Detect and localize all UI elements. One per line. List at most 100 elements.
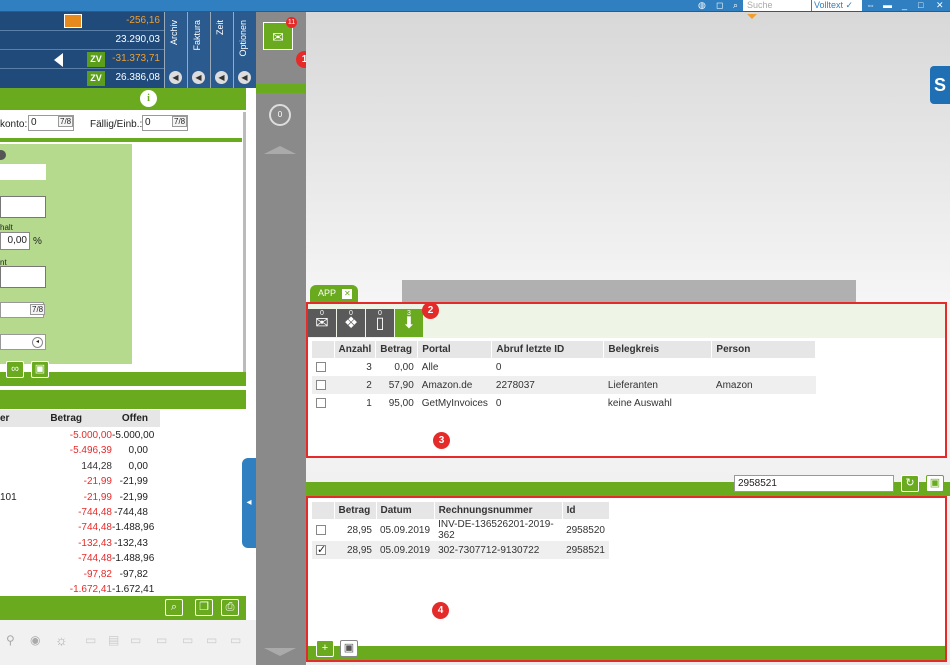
doc-icon[interactable]: ▭	[182, 633, 193, 647]
pin-icon[interactable]: ⚲	[6, 633, 15, 647]
table-row[interactable]: -21,99 -21,99	[0, 476, 256, 492]
percent-field[interactable]: 0,00	[0, 232, 30, 250]
chevron-icon[interactable]: ◂	[32, 337, 43, 348]
copy-icon[interactable]: ❐	[195, 599, 213, 616]
save-icon[interactable]: ▣	[31, 361, 49, 378]
table-row[interactable]: -5.496,39 0,00	[0, 445, 256, 461]
maximize-icon[interactable]: □	[918, 0, 923, 11]
table-row[interactable]: -744,48 -744,48	[0, 507, 256, 523]
balance-value: 26.386,08	[115, 72, 161, 83]
expand-icon[interactable]: ⇔	[866, 0, 875, 11]
doc-icon[interactable]: ▭	[230, 633, 241, 647]
col-betrag[interactable]: Betrag	[375, 341, 419, 358]
search-input[interactable]: Suche	[743, 0, 811, 11]
step-circle[interactable]: 0	[269, 104, 291, 126]
save-icon[interactable]: ▣	[926, 475, 944, 492]
eye-icon[interactable]: ◉	[30, 633, 40, 647]
tab-faktura[interactable]: Faktura ◀	[187, 12, 209, 88]
tab-app[interactable]: APP ✕	[310, 285, 358, 302]
table-row[interactable]: 28,9505.09.2019302-7307712-9130722295852…	[312, 541, 609, 559]
col-belegkreis[interactable]: Belegkreis	[603, 341, 713, 358]
open-amount: 0,00	[128, 460, 148, 472]
divider	[0, 138, 242, 142]
refresh-icon[interactable]: ↻	[901, 475, 919, 492]
tab-archiv[interactable]: Archiv ◀	[164, 12, 186, 88]
amount: -21,99	[83, 476, 112, 488]
table-row[interactable]: -744,48 -1.488,96	[0, 553, 256, 569]
table-row[interactable]: -744,48 -1.488,96	[0, 522, 256, 538]
globe-icon[interactable]: ◍	[698, 0, 706, 11]
table-row[interactable]: -97,82 -97,82	[0, 569, 256, 585]
scroll-up-icon[interactable]	[264, 146, 296, 154]
phone-icon[interactable]: 0 ▯	[366, 309, 394, 337]
doc-icon[interactable]: ▭	[85, 633, 96, 647]
arrow-icon[interactable]: ◀	[169, 71, 182, 84]
minimize-icon[interactable]: _	[902, 0, 907, 11]
text-field[interactable]	[0, 266, 46, 288]
id-search-input[interactable]: 2958521	[734, 475, 894, 492]
table-footer-bar: ⌕ ❐ ⎙	[0, 596, 246, 620]
arrow-icon[interactable]: ◀	[238, 71, 251, 84]
table-row[interactable]: 3 0,00 Alle 0	[312, 358, 816, 376]
arrow-left-icon[interactable]	[54, 53, 63, 67]
col-anzahl[interactable]: Anzahl	[334, 341, 377, 358]
link-icon[interactable]: ∞	[6, 361, 24, 378]
tab-optionen[interactable]: Optionen ◀	[233, 12, 255, 88]
row-checkbox[interactable]	[316, 361, 326, 372]
col-betrag[interactable]: Betrag	[334, 502, 377, 519]
table-row[interactable]: 101 -21,99 -21,99	[0, 492, 256, 508]
row-checkbox[interactable]	[316, 379, 326, 390]
print-icon[interactable]: ⎙	[221, 599, 239, 616]
arrow-icon[interactable]: ◀	[192, 71, 205, 84]
row-checkbox[interactable]	[316, 397, 326, 408]
amount: -5.000,00	[69, 430, 112, 441]
dropbox-icon[interactable]: 0 ❖	[337, 309, 365, 337]
download-icon[interactable]: 3 ⬇	[395, 309, 423, 337]
scrollbar[interactable]	[243, 112, 246, 372]
col-abruf[interactable]: Abruf letzte ID	[491, 341, 605, 358]
plus-icon[interactable]: +	[316, 640, 334, 657]
col-person[interactable]: Person	[711, 341, 817, 358]
mail-icon[interactable]	[64, 14, 82, 28]
table-row[interactable]: -5.000,00 -5.000,00	[0, 430, 256, 446]
balance-value: -31.373,71	[112, 53, 160, 64]
book-icon[interactable]: ▤	[108, 633, 119, 647]
select-field[interactable]: ◂	[0, 334, 46, 350]
zv-badge[interactable]: ZV	[87, 52, 105, 67]
table-row[interactable]: 144,28 0,00	[0, 461, 256, 477]
scroll-down-icon[interactable]	[264, 648, 296, 656]
text-field[interactable]	[0, 196, 46, 218]
close-icon[interactable]: ✕	[936, 0, 944, 11]
ratio-button[interactable]: 7/8	[172, 116, 188, 127]
text-field[interactable]	[0, 164, 46, 180]
save-icon[interactable]: ▣	[340, 640, 358, 657]
ratio-button[interactable]: 7/8	[30, 304, 46, 315]
search-icon[interactable]: ⌕	[165, 599, 183, 616]
row-checkbox[interactable]	[316, 543, 326, 556]
table-row[interactable]: 28,95 05.09.2019 INV-DE-136526201-2019-362…	[312, 519, 609, 541]
table-row[interactable]: 1 95,00 GetMyInvoices 0 keine Auswahl	[312, 394, 816, 412]
table-row[interactable]: 2 57,90 Amazon.de 2278037 Lieferanten Amazon	[312, 376, 816, 394]
arrow-icon[interactable]: ◀	[215, 71, 228, 84]
mail-icon[interactable]: 0 ✉	[308, 309, 336, 337]
col-rechnungsnummer[interactable]: Rechnungsnummer	[434, 502, 563, 519]
layout-icon[interactable]: ▬	[883, 0, 892, 11]
chat-icon[interactable]: ◻	[716, 0, 723, 11]
doc-icon[interactable]: ▭	[156, 633, 167, 647]
col-datum[interactable]: Datum	[376, 502, 435, 519]
row-checkbox[interactable]	[316, 524, 326, 535]
zv-badge[interactable]: ZV	[87, 71, 105, 86]
col-portal[interactable]: Portal	[417, 341, 493, 358]
close-tab-icon[interactable]: ✕	[342, 289, 353, 299]
tab-zeit[interactable]: Zeit ◀	[210, 12, 232, 88]
doc-icon[interactable]: ▭	[206, 633, 217, 647]
lightbulb-icon[interactable]: ☼	[55, 632, 68, 648]
radio-icon[interactable]	[0, 150, 6, 160]
col-id[interactable]: Id	[562, 502, 610, 519]
volltext-toggle[interactable]: Volltext ✓	[812, 0, 862, 11]
doc-icon[interactable]: ▭	[130, 633, 141, 647]
table-row[interactable]: -132,43 -132,43	[0, 538, 256, 554]
ratio-button[interactable]: 7/8	[58, 116, 74, 127]
collapse-handle[interactable]: ◂	[242, 458, 256, 548]
info-icon[interactable]: i	[140, 90, 157, 107]
